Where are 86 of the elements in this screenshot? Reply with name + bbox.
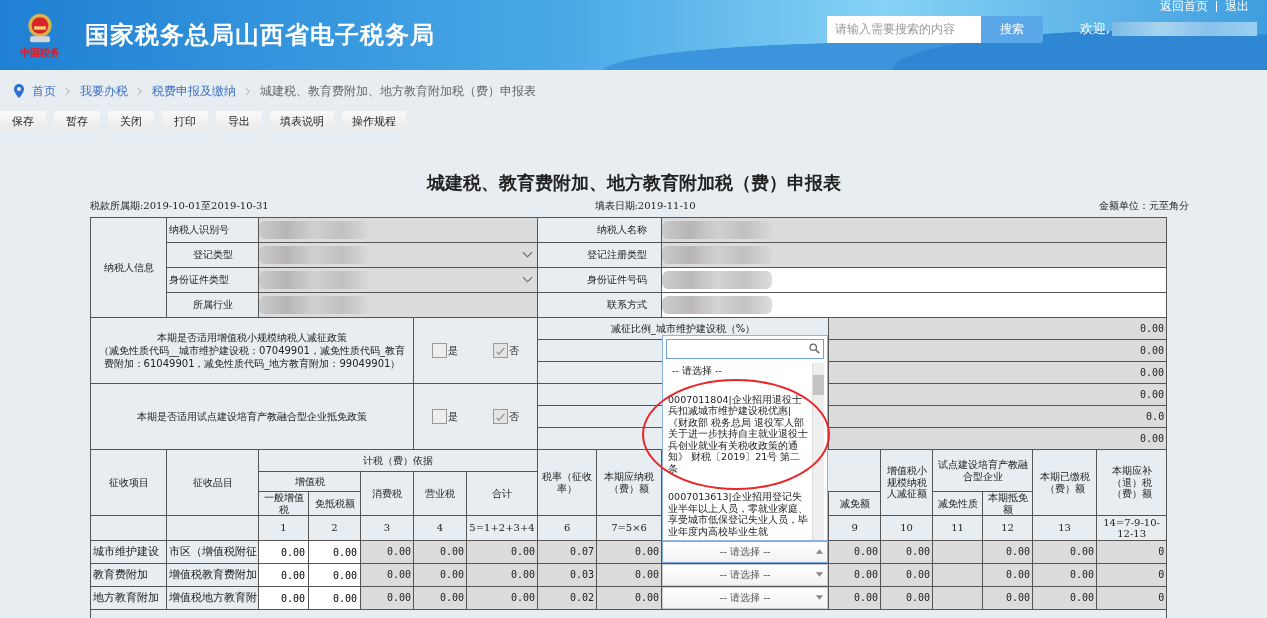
value-field: 0.00 [828,317,1167,340]
field-label: 登记注册类型 [537,242,662,268]
value-field: 0.00 [828,339,1167,362]
input-field[interactable] [661,242,1167,268]
toolbar-button[interactable]: 导出 [216,111,262,131]
unit-text: 金额单位：元至角分 [1099,199,1189,213]
input-field[interactable] [661,267,1167,293]
breadcrumb-link[interactable]: 我要办税 [80,82,128,100]
breadcrumb-link[interactable]: 税费申报及缴纳 [152,82,236,100]
dropdown-option[interactable]: 0007013613|企业招用登记失业半年以上人员，零就业家庭、享受城市低保登记失业人员，毕业年度内高校毕业生就 [666,489,813,540]
column-header: 计税（费）依据 [258,449,538,472]
column-header: 征收项目 [90,449,167,516]
table-cell: 地方教育附加 [90,586,167,610]
checkbox-label: 否 [509,410,520,423]
welcome-text: 欢迎, [1079,20,1110,38]
column-header: 消费税 [360,471,414,516]
scrollbar[interactable] [812,363,825,540]
column-header: 增值税小规模纳税人减征额 [880,449,933,516]
chevron-right-icon [65,86,71,96]
checkbox-label: 否 [509,344,520,357]
select-field[interactable]: -- 请选择 -- [662,587,829,609]
toolbar-button[interactable]: 关闭 [108,111,154,131]
policy-question: 本期是否适用试点建设培育产教融合型企业抵免政策 [136,410,368,423]
site-title: 国家税务总局山西省电子税务局 [85,20,435,51]
search-icon [809,343,821,354]
checkbox-label: 是 [447,410,458,423]
table-cell: 教育费附加 [90,563,167,587]
caret-up-icon [815,548,825,555]
value-field: 0.0 [828,405,1167,428]
input-field[interactable] [661,292,1167,318]
value-field: 0.00 [828,427,1167,450]
caret-down-icon [815,571,825,578]
toolbar-button[interactable]: 保存 [0,111,46,131]
column-header: 本期应纳税（费）额 [596,449,662,516]
value-field: 0.00 [828,383,1167,406]
fill-date-text: 填表日期:2019-11-10 [594,199,697,213]
column-header: 合计 [466,471,538,516]
chevron-down-icon [522,276,534,283]
input-field[interactable] [661,217,1167,243]
policy-note: （减免性质代码__城市维护建设税：07049901，减免性质代码_教育费附加：61049901，减免性质代码_地方教育附加：99049901） [98,344,406,370]
select-field[interactable] [258,242,538,268]
breadcrumb-current: 城建税、教育费附加、地方教育附加税（费）申报表 [260,82,536,100]
column-header: 征收品目 [166,449,259,516]
field-label: 纳税人识别号 [166,217,259,243]
checkbox[interactable] [431,409,447,424]
checkbox[interactable] [493,409,509,424]
input-field[interactable] [258,292,538,318]
checkbox-label: 是 [447,344,458,357]
select-field[interactable]: -- 请选择 -- [662,541,829,563]
select-field[interactable] [258,267,538,293]
field-label: 身份证件号码 [537,267,662,293]
value-field: 0.00 [828,361,1167,384]
period-text: 税款所属期:2019-10-01至2019-10-31 [90,199,270,213]
column-header: 本期已缴税（费）额 [1032,449,1097,516]
column-header: 营业税 [413,471,467,516]
policy-question: 本期是否适用增值税小规模纳税人减征政策 [156,331,348,344]
caret-down-icon [815,594,825,601]
select-field[interactable]: -- 请选择 -- [662,564,829,586]
column-header: 本期应补（退）税（费）额 [1096,449,1167,516]
checkmark-icon [495,345,507,356]
search-field[interactable]: 请输入需要搜索的内容 [826,15,981,43]
table-cell: 城市维护建设 [90,540,167,564]
checkbox[interactable] [431,343,447,358]
search-field[interactable] [666,339,825,359]
checkmark-icon [495,411,507,422]
chevron-right-icon [137,86,143,96]
chevron-right-icon [245,86,251,96]
column-header: 税率（征收率） [537,449,597,516]
breadcrumb-link[interactable]: 首页 [32,82,56,100]
toolbar-button[interactable]: 操作规程 [342,111,406,131]
chevron-down-icon [522,251,534,258]
toolbar-button[interactable]: 暂存 [54,111,100,131]
input-field[interactable] [258,217,538,243]
column-header: 试点建设培育产教融合型企业 [932,449,1033,492]
location-pin-icon [14,84,24,98]
checkbox[interactable] [493,343,509,358]
field-label: 身份证件类型 [166,267,259,293]
field-label: 联系方式 [537,292,662,318]
group-label: 纳税人信息 [90,217,167,318]
field-label: 所属行业 [166,292,259,318]
field-label: 纳税人名称 [537,217,662,243]
form-title: 城建税、教育费附加、地方教育附加税（费）申报表 [425,171,842,195]
field-label: 登记类型 [166,242,259,268]
toolbar-button[interactable]: 打印 [162,111,208,131]
toolbar-button[interactable]: 填表说明 [270,111,334,131]
emblem-caption: 中国税务 [20,46,60,60]
